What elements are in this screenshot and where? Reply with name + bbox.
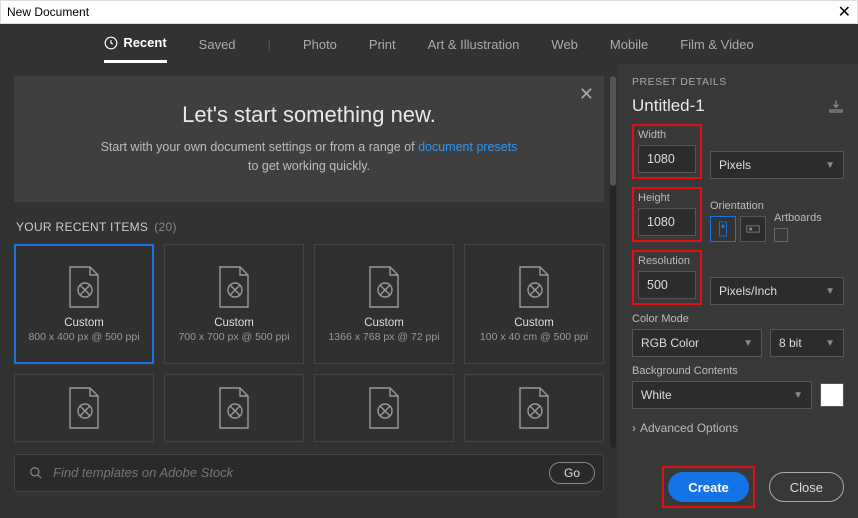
landscape-button[interactable] — [740, 216, 766, 242]
resolution-unit-select[interactable]: Pixels/Inch▼ — [710, 277, 844, 305]
presets-link[interactable]: document presets — [418, 140, 517, 154]
tab-print[interactable]: Print — [369, 27, 396, 62]
document-icon — [66, 386, 102, 430]
document-icon — [66, 265, 102, 309]
chevron-down-icon: ▼ — [743, 338, 753, 349]
document-icon — [516, 386, 552, 430]
clock-icon — [104, 36, 118, 50]
search-input[interactable] — [53, 465, 539, 480]
tab-art[interactable]: Art & Illustration — [428, 27, 520, 62]
chevron-down-icon: ▼ — [825, 286, 835, 297]
orientation-label: Orientation — [710, 200, 766, 212]
category-tabs: Recent Saved | Photo Print Art & Illustr… — [0, 24, 858, 64]
recent-items-heading: YOUR RECENT ITEMS(20) — [16, 220, 604, 234]
preset-details-panel: PRESET DETAILS Untitled-1 Width Pixels▼ … — [618, 64, 858, 518]
preset-card[interactable] — [164, 374, 304, 442]
template-search: Go — [14, 454, 604, 492]
tab-recent[interactable]: Recent — [104, 25, 166, 63]
welcome-text: Start with your own document settings or… — [34, 138, 584, 176]
width-input[interactable] — [638, 145, 696, 173]
preset-card[interactable] — [464, 374, 604, 442]
create-button[interactable]: Create — [668, 472, 748, 502]
preset-card[interactable]: Custom 800 x 400 px @ 500 ppi — [14, 244, 154, 364]
document-icon — [216, 386, 252, 430]
tab-web[interactable]: Web — [551, 27, 578, 62]
height-label: Height — [638, 192, 696, 204]
document-name[interactable]: Untitled-1 — [632, 96, 705, 116]
height-input[interactable] — [638, 208, 696, 236]
window-title: New Document — [7, 5, 89, 19]
window-titlebar: New Document ✕ — [0, 0, 858, 24]
chevron-down-icon: ▼ — [825, 338, 835, 349]
search-icon — [29, 466, 43, 480]
colormode-label: Color Mode — [632, 313, 844, 325]
portrait-button[interactable] — [710, 216, 736, 242]
preset-card[interactable]: Custom 100 x 40 cm @ 500 ppi — [464, 244, 604, 364]
tab-photo[interactable]: Photo — [303, 27, 337, 62]
width-unit-select[interactable]: Pixels▼ — [710, 151, 844, 179]
artboards-checkbox[interactable] — [774, 228, 788, 242]
document-icon — [366, 265, 402, 309]
resolution-input[interactable] — [638, 271, 696, 299]
preset-card[interactable]: Custom 1366 x 768 px @ 72 ppi — [314, 244, 454, 364]
chevron-down-icon: ▼ — [825, 160, 835, 171]
colordepth-select[interactable]: 8 bit▼ — [770, 329, 844, 357]
save-preset-icon[interactable] — [828, 99, 844, 113]
tab-film[interactable]: Film & Video — [680, 27, 753, 62]
close-button[interactable]: Close — [769, 472, 844, 502]
bg-swatch[interactable] — [820, 383, 844, 407]
preset-grid: Custom 800 x 400 px @ 500 ppi Custom 700… — [14, 244, 604, 442]
width-label: Width — [638, 129, 696, 141]
tab-mobile[interactable]: Mobile — [610, 27, 648, 62]
go-button[interactable]: Go — [549, 462, 595, 484]
advanced-options-toggle[interactable]: › Advanced Options — [632, 421, 844, 435]
details-heading: PRESET DETAILS — [632, 76, 844, 88]
document-icon — [216, 265, 252, 309]
window-close-icon[interactable]: ✕ — [838, 2, 851, 22]
preset-card[interactable] — [314, 374, 454, 442]
tab-saved[interactable]: Saved — [199, 27, 236, 62]
bgcontents-select[interactable]: White▼ — [632, 381, 812, 409]
colormode-select[interactable]: RGB Color▼ — [632, 329, 762, 357]
preset-card[interactable]: Custom 700 x 700 px @ 500 ppi — [164, 244, 304, 364]
welcome-panel: ✕ Let's start something new. Start with … — [14, 76, 604, 202]
document-icon — [516, 265, 552, 309]
preset-card[interactable] — [14, 374, 154, 442]
close-icon[interactable]: ✕ — [579, 84, 594, 105]
bgcontents-label: Background Contents — [632, 365, 844, 377]
chevron-down-icon: ▼ — [793, 390, 803, 401]
artboards-label: Artboards — [774, 212, 822, 224]
document-icon — [366, 386, 402, 430]
resolution-label: Resolution — [638, 255, 696, 267]
chevron-right-icon: › — [632, 421, 636, 435]
scrollbar-thumb[interactable] — [610, 76, 616, 186]
welcome-heading: Let's start something new. — [34, 102, 584, 128]
